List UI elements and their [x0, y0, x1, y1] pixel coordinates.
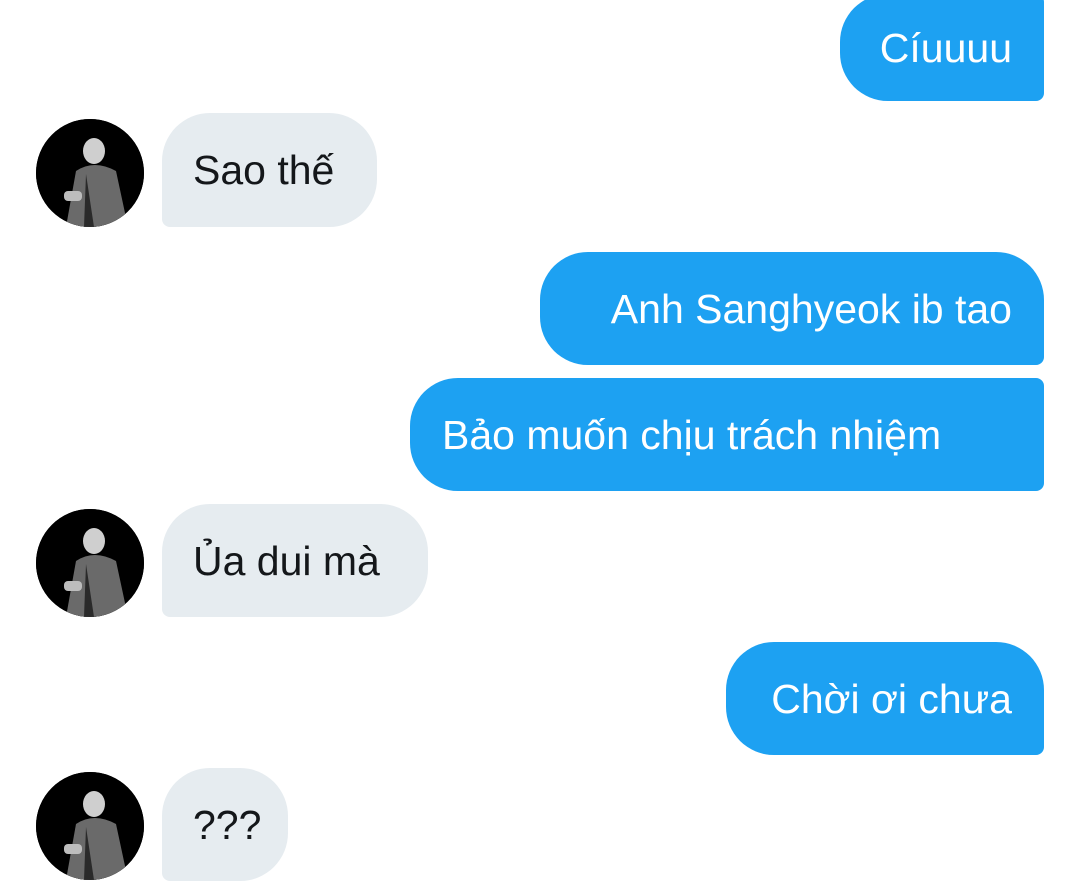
message-text: Ủa dui mà [193, 537, 380, 584]
contact-avatar[interactable] [36, 119, 144, 227]
message-bubble-incoming[interactable]: ??? [162, 768, 288, 881]
message-bubble-outgoing[interactable]: Anh Sanghyeok ib tao [540, 252, 1044, 365]
avatar-photo-icon [36, 772, 144, 880]
message-bubble-outgoing[interactable]: Chời ơi chưa [726, 642, 1044, 755]
contact-avatar[interactable] [36, 509, 144, 617]
message-text: Sao thế [193, 147, 335, 193]
contact-avatar[interactable] [36, 772, 144, 880]
message-text: Cíuuuu [879, 24, 1012, 71]
message-bubble-incoming[interactable]: Sao thế [162, 113, 377, 227]
message-bubble-outgoing[interactable]: Cíuuuu [840, 0, 1044, 101]
avatar-photo-icon [36, 119, 144, 227]
message-bubble-outgoing[interactable]: Bảo muốn chịu trách nhiệm [410, 378, 1044, 491]
message-text: Chời ơi chưa [771, 675, 1012, 722]
message-text: Anh Sanghyeok ib tao [610, 285, 1012, 332]
chat-thread: Cíuuuu Sao thế Anh Sanghyeok ib tao Bảo … [0, 0, 1080, 886]
message-text: Bảo muốn chịu trách nhiệm [442, 411, 942, 458]
message-bubble-incoming[interactable]: Ủa dui mà [162, 504, 428, 617]
message-text: ??? [193, 801, 262, 848]
avatar-photo-icon [36, 509, 144, 617]
